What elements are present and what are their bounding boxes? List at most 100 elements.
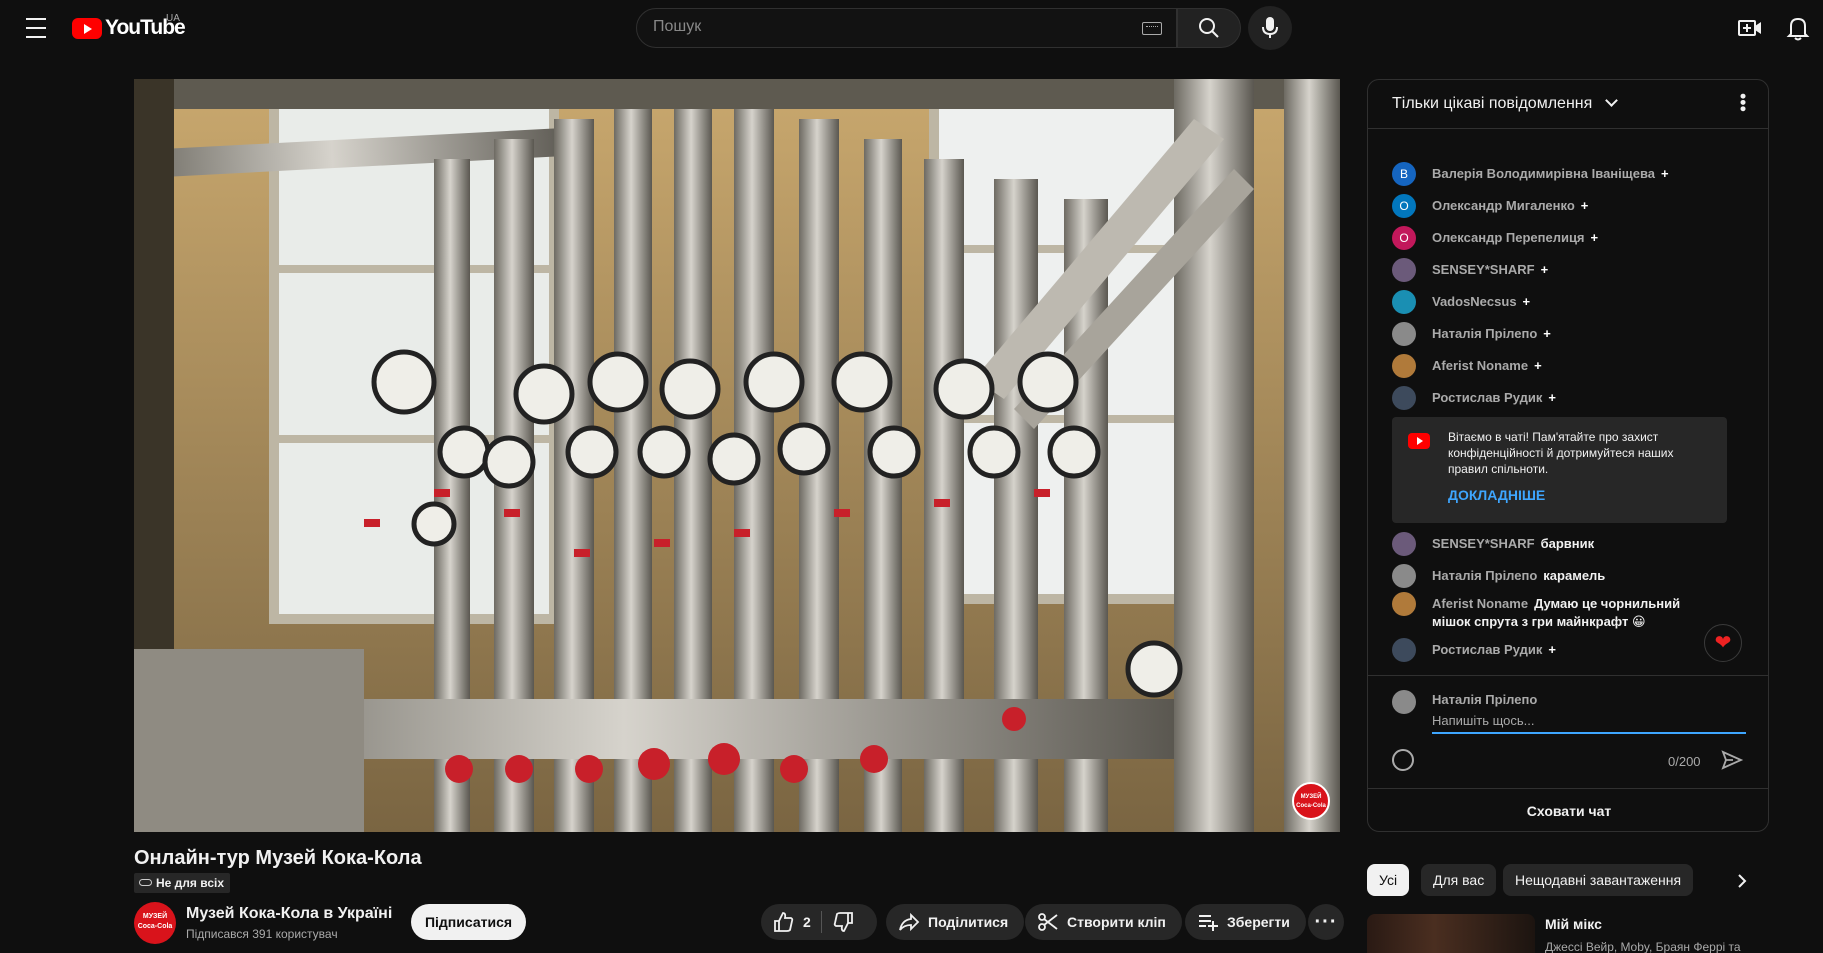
plus-badge: +: [1548, 390, 1556, 405]
save-label: Зберегти: [1227, 914, 1290, 930]
message-author[interactable]: Валерія Володимирівна Іваніщева: [1432, 166, 1655, 181]
avatar: [1392, 690, 1416, 714]
chat-join-message: Ростислав Рудик +: [1392, 638, 1742, 662]
chat-input-wrapper: [1432, 712, 1746, 734]
send-icon[interactable]: [1720, 748, 1744, 772]
avatar[interactable]: [1392, 564, 1416, 588]
share-label: Поділитися: [928, 914, 1009, 930]
youtube-play-icon: [72, 17, 102, 39]
thumbs-up-icon: [774, 912, 794, 932]
channel-avatar[interactable]: МУЗЕЙ Coca-Cola: [134, 902, 176, 944]
menu-icon[interactable]: [22, 15, 50, 41]
video-player[interactable]: МУЗЕЙ Coca-Cola: [134, 79, 1340, 832]
video-frame: [134, 79, 1340, 832]
chip-all[interactable]: Усі: [1367, 864, 1410, 896]
chip-for-you[interactable]: Для вас: [1421, 864, 1497, 896]
avatar[interactable]: [1392, 532, 1416, 556]
plus-badge: +: [1540, 262, 1549, 277]
avatar[interactable]: [1392, 258, 1416, 282]
visibility-label: Не для всіх: [156, 876, 225, 890]
link-icon: [139, 879, 152, 886]
message-author[interactable]: Наталія Прілепо: [1432, 568, 1537, 583]
chevron-down-icon[interactable]: [1605, 94, 1618, 107]
char-counter: 0/200: [1668, 754, 1701, 769]
top-bar: YouTube UA: [0, 0, 1823, 56]
subscriber-count: Підписався 391 користувач: [186, 927, 338, 941]
video-plus-icon: [1738, 20, 1761, 36]
chat-join-message: О Олександр Перепелиця +: [1392, 226, 1742, 250]
avatar[interactable]: [1392, 354, 1416, 378]
plus-badge: +: [1522, 294, 1531, 309]
save-button[interactable]: Зберегти: [1185, 904, 1306, 940]
keyboard-icon[interactable]: [1142, 22, 1162, 35]
avatar[interactable]: О: [1392, 194, 1416, 218]
message-author[interactable]: VadosNecsus: [1432, 294, 1517, 309]
chat-mode-selector[interactable]: Тільки цікаві повідомлення: [1392, 95, 1592, 113]
message-author[interactable]: SENSEY*SHARF: [1432, 536, 1535, 551]
learn-more-link[interactable]: ДОКЛАДНІШЕ: [1448, 487, 1545, 503]
dislike-button[interactable]: [832, 911, 854, 933]
heart-reaction-button[interactable]: ❤: [1704, 624, 1742, 662]
emoji-icon[interactable]: [1392, 749, 1414, 771]
chat-header: Тільки цікаві повідомлення •••: [1368, 80, 1768, 129]
more-actions-button[interactable]: ···: [1308, 904, 1344, 940]
avatar[interactable]: [1392, 290, 1416, 314]
message-author[interactable]: Ростислав Рудик: [1432, 390, 1542, 405]
plus-badge: +: [1661, 166, 1669, 181]
avatar[interactable]: В: [1392, 162, 1416, 186]
message-author[interactable]: Aferist Noname: [1432, 596, 1528, 611]
message-author[interactable]: Aferist Noname: [1432, 358, 1528, 373]
chat-join-message: Aferist Noname +: [1392, 354, 1742, 378]
message-author[interactable]: Олександр Мигаленко: [1432, 198, 1575, 213]
avatar[interactable]: О: [1392, 226, 1416, 250]
message-author[interactable]: SENSEY*SHARF: [1432, 262, 1535, 277]
chat-join-message: О Олександр Мигаленко +: [1392, 194, 1742, 218]
chat-input[interactable]: [1432, 713, 1746, 728]
like-button[interactable]: 2: [761, 904, 811, 940]
plus-badge: +: [1543, 326, 1551, 341]
chevron-right-icon[interactable]: [1733, 872, 1751, 890]
search-box[interactable]: [636, 8, 1177, 48]
chat-composer: Наталія Прілепо 0/200: [1368, 675, 1768, 789]
composer-author: Наталія Прілепо: [1432, 692, 1538, 707]
avatar[interactable]: [1392, 322, 1416, 346]
chat-join-message: Наталія Прілепо +: [1392, 322, 1742, 346]
chat-join-message: VadosNecsus +: [1392, 290, 1742, 314]
clip-label: Створити кліп: [1067, 914, 1166, 930]
message-author[interactable]: Олександр Перепелиця: [1432, 230, 1585, 245]
message-author[interactable]: Ростислав Рудик: [1432, 642, 1542, 657]
chat-join-message: SENSEY*SHARF +: [1392, 258, 1742, 282]
create-clip-button[interactable]: Створити кліп: [1025, 904, 1182, 940]
channel-name[interactable]: Музей Кока-Кола в Україні: [186, 905, 392, 923]
recommendation-title[interactable]: Мій мікс: [1545, 916, 1602, 932]
avatar[interactable]: [1392, 386, 1416, 410]
create-button[interactable]: [1736, 14, 1764, 42]
scissors-icon: [1038, 913, 1058, 931]
voice-search-button[interactable]: [1248, 6, 1292, 50]
welcome-banner: Вітаємо в чаті! Пам'ятайте про захист ко…: [1392, 417, 1727, 523]
plus-badge: +: [1548, 642, 1556, 657]
subscribe-button[interactable]: Підписатися: [411, 904, 526, 940]
plus-badge: +: [1534, 358, 1542, 373]
recommendation-thumbnail[interactable]: [1367, 914, 1535, 953]
avatar[interactable]: [1392, 592, 1416, 616]
like-divider: [820, 911, 822, 933]
chat-message: SENSEY*SHARF барвник: [1392, 532, 1742, 556]
video-title: Онлайн-тур Музей Кока-Кола: [134, 847, 422, 869]
avatar[interactable]: [1392, 638, 1416, 662]
message-text: карамель: [1543, 568, 1606, 583]
channel-watermark[interactable]: МУЗЕЙ Coca-Cola: [1292, 782, 1330, 820]
chip-recent-uploads[interactable]: Нещодавні завантаження: [1503, 864, 1694, 896]
share-button[interactable]: Поділитися: [886, 904, 1025, 940]
hide-chat-button[interactable]: Сховати чат: [1368, 788, 1768, 831]
search-input[interactable]: [653, 18, 1093, 36]
live-chat-panel: Тільки цікаві повідомлення ••• В Валерія …: [1367, 79, 1769, 832]
more-vert-icon[interactable]: •••: [1733, 93, 1753, 112]
search-button[interactable]: [1177, 8, 1241, 48]
notifications-button[interactable]: [1784, 14, 1812, 42]
like-count: 2: [803, 914, 811, 930]
chat-message: Aferist Noname Думаю це чорнильний мішок …: [1392, 592, 1722, 631]
message-author[interactable]: Наталія Прілепо: [1432, 326, 1537, 341]
plus-badge: +: [1590, 230, 1599, 245]
bell-icon: [1786, 17, 1810, 41]
